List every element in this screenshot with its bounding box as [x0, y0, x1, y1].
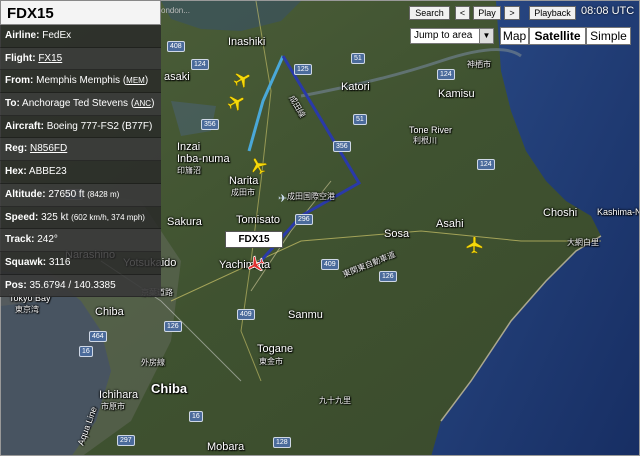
row-reg: Reg: N856FD: [0, 138, 161, 162]
row-track: Track: 242°: [0, 229, 161, 252]
row-flight: Flight: FX15: [0, 47, 161, 71]
route-shield: 124: [191, 59, 209, 70]
airport-icon: ✈: [278, 193, 288, 205]
route-shield: 356: [333, 141, 351, 152]
flight-callsign: FDX15: [0, 0, 161, 25]
route-shield: 297: [117, 435, 135, 446]
route-shield: 356: [201, 119, 219, 130]
route-shield: 125: [294, 64, 312, 75]
route-shield: 409: [321, 259, 339, 270]
route-shield: 126: [164, 321, 182, 332]
route-shield: 16: [79, 346, 93, 357]
playback-button[interactable]: Playback: [529, 6, 576, 20]
route-shield: 126: [379, 271, 397, 282]
route-shield: 409: [237, 309, 255, 320]
row-airline: Airline: FedEx: [0, 25, 161, 48]
row-hex: Hex: ABBE23: [0, 161, 161, 184]
map-type-map[interactable]: Map: [500, 27, 529, 45]
next-button[interactable]: >: [504, 6, 520, 20]
to-code-link[interactable]: ANC: [134, 99, 151, 108]
row-altitude: Altitude: 27650 ft (8428 m): [0, 183, 161, 207]
route-shield: 408: [167, 41, 185, 52]
from-code-link[interactable]: MEM: [126, 76, 145, 85]
chevron-down-icon: ▼: [479, 29, 493, 43]
route-shield: 124: [437, 69, 455, 80]
utc-clock: 08:08 UTC: [581, 5, 635, 17]
selected-plane-icon[interactable]: [246, 255, 266, 275]
jump-to-area-value: Jump to area: [414, 30, 473, 41]
search-button[interactable]: Search: [409, 6, 450, 20]
flight-info-panel: FDX15 Airline: FedEx Flight: FX15 From: …: [0, 0, 161, 298]
row-squawk: Squawk: 3116: [0, 252, 161, 275]
row-aircraft: Aircraft: Boeing 777-FS2 (B77F): [0, 116, 161, 139]
row-speed: Speed: 325 kt (602 km/h, 374 mph): [0, 207, 161, 230]
route-shield: 51: [351, 53, 365, 64]
route-shield: 16: [189, 411, 203, 422]
row-from: From: Memphis Memphis (MEM): [0, 70, 161, 94]
route-shield: 464: [89, 331, 107, 342]
row-pos: Pos: 35.6794 / 140.3385: [0, 274, 161, 298]
map-type-satellite[interactable]: Satellite: [529, 27, 586, 45]
selected-flight-label[interactable]: FDX15: [225, 231, 283, 248]
plane-2-icon[interactable]: [226, 92, 246, 112]
route-shield: 296: [295, 214, 313, 225]
prev-button[interactable]: <: [455, 6, 470, 20]
registration-link[interactable]: N856FD: [30, 143, 67, 154]
plane-4-icon[interactable]: [464, 235, 484, 255]
map-type-simple[interactable]: Simple: [586, 27, 631, 45]
route-shield: 51: [353, 114, 367, 125]
jump-to-area-select[interactable]: Jump to area ▼: [410, 28, 494, 44]
play-button[interactable]: Play: [473, 6, 501, 20]
route-shield: 124: [477, 159, 495, 170]
row-to: To: Anchorage Ted Stevens (ANC): [0, 93, 161, 116]
top-strip-text: ondon...: [161, 6, 190, 15]
plane-1-icon[interactable]: [232, 69, 252, 89]
flight-number-link[interactable]: FX15: [38, 53, 62, 64]
route-shield: 128: [273, 437, 291, 448]
plane-3-icon[interactable]: [248, 156, 268, 176]
